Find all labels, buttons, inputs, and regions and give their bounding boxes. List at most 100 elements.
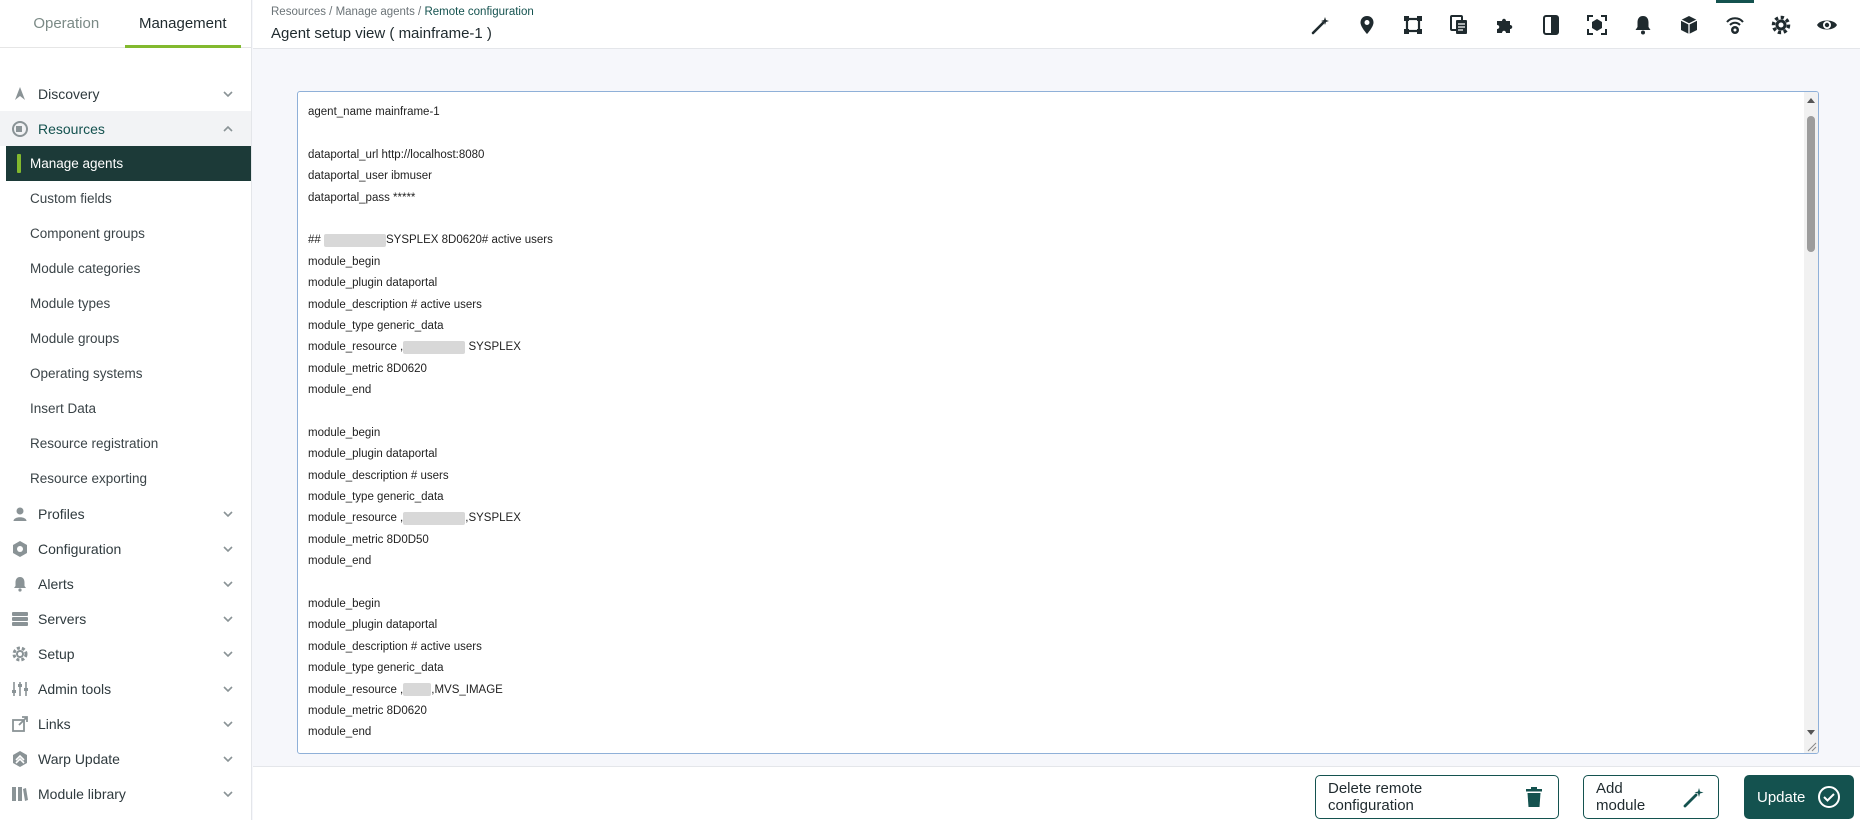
update-button[interactable]: Update: [1744, 775, 1854, 819]
sidebar-item-module-categories[interactable]: Module categories: [0, 251, 251, 286]
action-bar: Delete remote configuration Add module U…: [253, 766, 1860, 820]
scroll-down-arrow-icon[interactable]: [1807, 730, 1815, 735]
sidebar-item-custom-fields[interactable]: Custom fields: [0, 181, 251, 216]
config-line: module_plugin dataportal: [308, 277, 438, 290]
sidebar-item-setup[interactable]: Setup: [0, 636, 251, 671]
redacted-text: [403, 683, 432, 697]
config-line: module_end: [308, 384, 372, 397]
config-line: [308, 123, 1818, 144]
config-line: module_metric 8D0D50: [308, 533, 429, 546]
breadcrumb-resources[interactable]: Resources: [271, 6, 326, 18]
sidebar-item-module-library[interactable]: Module library: [0, 776, 251, 811]
config-line: agent_name mainframe-1: [308, 106, 440, 118]
sidebar-item-module-groups[interactable]: Module groups: [0, 321, 251, 356]
library-icon: [10, 784, 30, 804]
config-line: module_metric 8D0620: [308, 704, 427, 717]
config-line: module_type generic_data: [308, 662, 444, 675]
sidebar-item-resource-exporting[interactable]: Resource exporting: [0, 461, 251, 496]
config-line: module_description # users: [308, 469, 449, 482]
config-line: dataportal_pass *****: [308, 191, 416, 204]
config-line: ## SYSPLEX 8D0620# active users: [308, 233, 553, 247]
sidebar-item-label: Servers: [38, 610, 87, 627]
sidebar-item-servers[interactable]: Servers: [0, 601, 251, 636]
frame-icon[interactable]: [1390, 0, 1436, 49]
breadcrumb-separator: /: [414, 6, 425, 18]
sidebar-item-profiles[interactable]: Profiles: [0, 496, 251, 531]
chevron-up-icon: [223, 125, 233, 132]
config-line: module_description # active users: [308, 640, 482, 653]
sidebar-item-configuration[interactable]: Configuration: [0, 531, 251, 566]
config-line: module_plugin dataportal: [308, 448, 438, 461]
sidebar-item-resources[interactable]: Resources: [0, 111, 251, 146]
config-line: module_resource , ,MVS_IMAGE: [308, 683, 503, 697]
map-pin-icon[interactable]: [1344, 0, 1390, 49]
sidebar-item-label: Configuration: [38, 540, 122, 557]
config-line: [308, 209, 1818, 230]
scroll-thumb[interactable]: [1807, 116, 1815, 252]
config-line: module_resource , SYSPLEX: [308, 340, 521, 354]
chevron-down-icon: [223, 615, 233, 622]
add-module-button[interactable]: Add module: [1583, 775, 1719, 819]
tab-operation[interactable]: Operation: [8, 0, 125, 47]
redacted-text: [403, 511, 466, 525]
breadcrumb: Resources / Manage agents / Remote confi…: [271, 6, 534, 18]
copy-files-icon[interactable]: [1436, 0, 1482, 49]
editor-scrollbar[interactable]: [1804, 92, 1818, 753]
sidebar-item-manage-agents[interactable]: Manage agents: [6, 146, 251, 181]
breadcrumb-separator: /: [325, 6, 336, 18]
config-textarea[interactable]: agent_name mainframe-1 dataportal_url ht…: [297, 91, 1819, 754]
gear-icon[interactable]: [1758, 0, 1804, 49]
top-header: Resources / Manage agents / Remote confi…: [253, 0, 1860, 49]
resize-grip-icon[interactable]: [1805, 740, 1817, 752]
warp-update-icon: [10, 749, 30, 769]
sidebar-item-warp-update[interactable]: Warp Update: [0, 741, 251, 776]
button-label: Add module: [1596, 780, 1646, 814]
chevron-down-icon: [223, 580, 233, 587]
sidebar-item-alerts[interactable]: Alerts: [0, 566, 251, 601]
sidebar-item-resource-registration[interactable]: Resource registration: [0, 426, 251, 461]
chevron-down-icon: [223, 685, 233, 692]
wand-icon[interactable]: [1298, 0, 1344, 49]
tab-management[interactable]: Management: [124, 0, 242, 48]
sidebar-item-component-groups[interactable]: Component groups: [0, 216, 251, 251]
config-line: module_resource , ,SYSPLEX: [308, 511, 521, 525]
resources-submenu: Manage agents Custom fields Component gr…: [0, 146, 251, 496]
bell-icon[interactable]: [1620, 0, 1666, 49]
puzzle-icon[interactable]: [1482, 0, 1528, 49]
breadcrumb-manage-agents[interactable]: Manage agents: [336, 6, 415, 18]
sliders-icon: [10, 679, 30, 699]
sidebar-item-admin-tools[interactable]: Admin tools: [0, 671, 251, 706]
sidebar-item-discovery[interactable]: Discovery: [0, 76, 251, 111]
config-line: module_end: [308, 726, 372, 739]
user-icon: [10, 504, 30, 524]
wifi-gear-icon[interactable]: [1712, 0, 1758, 49]
main-content: agent_name mainframe-1 dataportal_url ht…: [253, 49, 1860, 766]
sidebar-item-operating-systems[interactable]: Operating systems: [0, 356, 251, 391]
focus-icon[interactable]: [1574, 0, 1620, 49]
button-label: Delete remote configuration: [1328, 780, 1423, 814]
config-line: module_metric 8D0620: [308, 362, 427, 375]
sidebar-item-label: Profiles: [38, 505, 85, 522]
chevron-down-icon: [223, 755, 233, 762]
sidebar-item-links[interactable]: Links: [0, 706, 251, 741]
chevron-down-icon: [223, 510, 233, 517]
config-line: module_begin: [308, 597, 381, 610]
cube-icon[interactable]: [1666, 0, 1712, 49]
sidebar-item-module-types[interactable]: Module types: [0, 286, 251, 321]
header-toolbar: [1298, 0, 1850, 49]
config-line: module_begin: [308, 426, 381, 439]
delete-remote-configuration-button[interactable]: Delete remote configuration: [1315, 775, 1559, 819]
config-line: module_type generic_data: [308, 491, 444, 504]
redacted-text: [324, 233, 386, 247]
panel-icon[interactable]: [1528, 0, 1574, 49]
sidebar-item-insert-data[interactable]: Insert Data: [0, 391, 251, 426]
breadcrumb-current: Remote configuration: [424, 6, 534, 18]
redacted-text: [403, 340, 466, 354]
sidebar-item-label: Setup: [38, 645, 75, 662]
eye-icon[interactable]: [1804, 0, 1850, 49]
bell-icon: [10, 574, 30, 594]
chevron-down-icon: [223, 650, 233, 657]
scroll-up-arrow-icon[interactable]: [1807, 98, 1815, 103]
config-line: module_begin: [308, 255, 381, 268]
check-circle-icon: [1817, 785, 1841, 809]
